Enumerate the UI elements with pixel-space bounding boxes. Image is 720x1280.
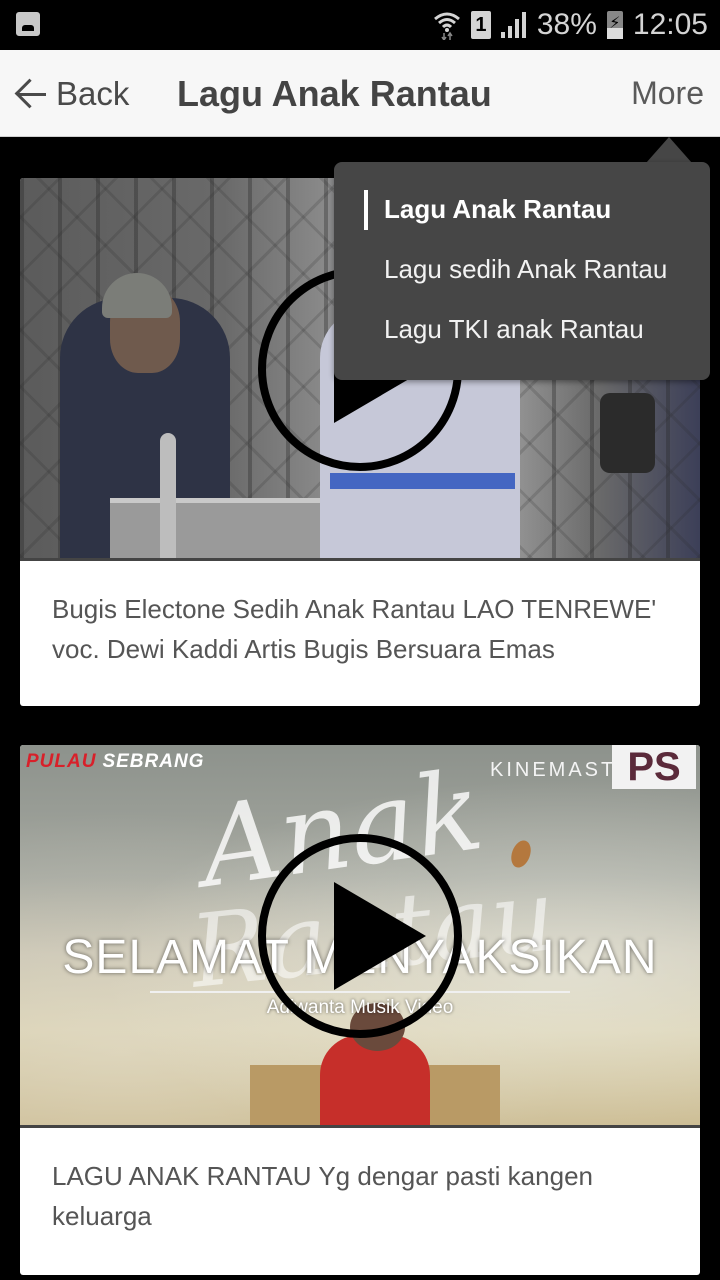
menu-item-lagu-anak-rantau[interactable]: Lagu Anak Rantau: [384, 189, 611, 229]
back-button[interactable]: Back: [14, 50, 129, 137]
arrow-left-icon: [14, 77, 48, 111]
app-bar: Back Lagu Anak Rantau More: [0, 50, 720, 137]
menu-item-lagu-sedih-anak-rantau[interactable]: Lagu sedih Anak Rantau: [384, 249, 667, 289]
play-icon: [334, 882, 426, 990]
clock: 12:05: [632, 8, 708, 41]
video-title[interactable]: LAGU ANAK RANTAU Yg dengar pasti kangen …: [20, 1128, 700, 1236]
video-card[interactable]: Anak Rantau PULAU SEBRANG KINEMASTER PS S…: [20, 745, 700, 1275]
video-title[interactable]: Bugis Electone Sedih Anak Rantau LAO TEN…: [20, 561, 700, 669]
thumbnail-channel-red: PULAU: [26, 751, 97, 772]
wifi-data-icon: [433, 12, 460, 40]
selected-indicator: [364, 190, 368, 230]
menu-item-lagu-tki-anak-rantau[interactable]: Lagu TKI anak Rantau: [384, 309, 644, 349]
status-bar: 1 38% 12:05: [0, 0, 720, 50]
more-dropdown-menu: Lagu Anak Rantau Lagu sedih Anak Rantau …: [334, 162, 710, 380]
thumbnail-speaker: [600, 393, 655, 473]
page-title: Lagu Anak Rantau: [177, 72, 492, 114]
thumbnail-channel-label: PULAU SEBRANG: [26, 751, 204, 773]
status-indicators: 1 38% 12:05: [433, 6, 708, 44]
signal-strength-icon: [500, 12, 527, 38]
battery-charging-icon: [606, 11, 623, 39]
back-label: Back: [56, 74, 130, 112]
play-button[interactable]: [258, 834, 462, 1038]
thumbnail-channel-name: SEBRANG: [102, 751, 205, 772]
battery-percent: 38%: [536, 8, 597, 41]
more-button[interactable]: More: [631, 50, 704, 137]
thumbnail-badge: PS: [612, 745, 696, 789]
thumbnail-belt: [330, 473, 515, 489]
sim-icon: 1: [470, 11, 491, 39]
gallery-icon: [16, 12, 40, 36]
thumbnail-keyboard: [110, 498, 340, 558]
thumbnail-microphone: [160, 433, 176, 558]
dropdown-pointer: [646, 137, 692, 163]
video-thumbnail[interactable]: Anak Rantau PULAU SEBRANG KINEMASTER PS S…: [20, 745, 700, 1128]
